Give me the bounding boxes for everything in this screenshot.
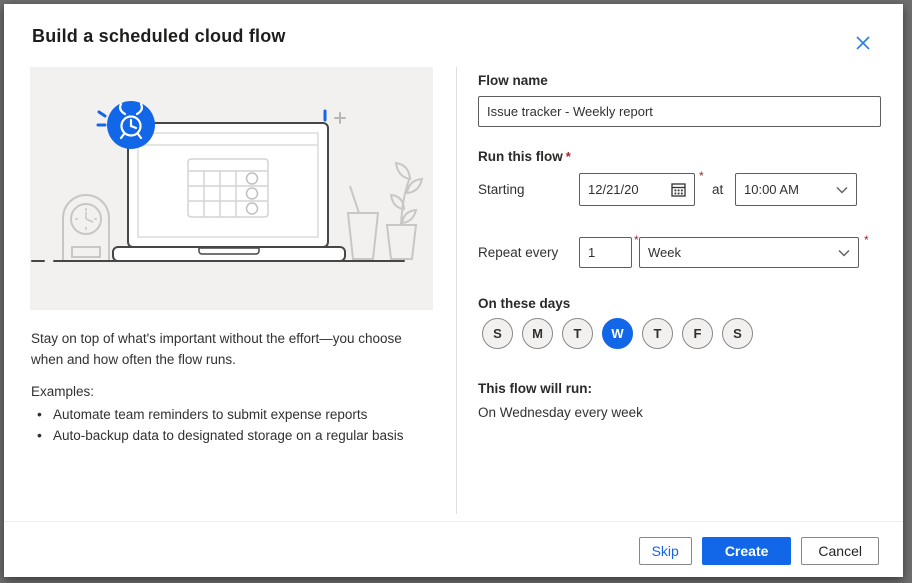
- example-item: Auto-backup data to designated storage o…: [31, 425, 437, 446]
- example-item: Automate team reminders to submit expens…: [31, 404, 437, 425]
- run-summary-label: This flow will run:: [478, 381, 592, 396]
- chevron-down-icon: [838, 249, 850, 257]
- start-date-picker[interactable]: 12/21/20: [579, 173, 695, 206]
- day-button-tuesday[interactable]: T: [562, 318, 593, 349]
- day-picker: S M T W T F S: [482, 318, 753, 349]
- calendar-grid-icon: [188, 159, 268, 217]
- repeat-frequency-value: Week: [648, 245, 832, 260]
- create-button[interactable]: Create: [702, 537, 792, 565]
- skip-button[interactable]: Skip: [639, 537, 692, 565]
- cancel-button[interactable]: Cancel: [801, 537, 879, 565]
- scheduled-flow-illustration: [30, 67, 433, 310]
- day-button-friday[interactable]: F: [682, 318, 713, 349]
- alarm-clock-icon: [107, 101, 155, 149]
- day-button-monday[interactable]: M: [522, 318, 553, 349]
- repeat-frequency-select[interactable]: Week: [639, 237, 859, 268]
- day-button-wednesday[interactable]: W: [602, 318, 633, 349]
- day-button-saturday[interactable]: S: [722, 318, 753, 349]
- examples-list: Automate team reminders to submit expens…: [31, 404, 437, 446]
- chevron-down-icon: [836, 186, 848, 194]
- footer-divider: [4, 521, 903, 522]
- at-label: at: [712, 182, 723, 197]
- required-asterisk: *: [634, 233, 639, 247]
- required-asterisk: *: [864, 233, 869, 247]
- footer-buttons: Skip Create Cancel: [639, 537, 879, 565]
- day-button-sunday[interactable]: S: [482, 318, 513, 349]
- repeat-interval-input[interactable]: [579, 237, 632, 268]
- scheduled-flow-dialog: Build a scheduled cloud flow: [4, 4, 903, 577]
- dialog-title: Build a scheduled cloud flow: [32, 26, 286, 47]
- close-icon: [856, 36, 870, 50]
- flow-description: Stay on top of what's important without …: [31, 328, 437, 370]
- run-this-flow-label: Run this flow*: [478, 149, 571, 164]
- start-time-value: 10:00 AM: [744, 182, 830, 197]
- drink-cup-icon: [348, 186, 378, 259]
- examples-block: Examples: Automate team reminders to sub…: [31, 381, 437, 446]
- required-asterisk: *: [699, 169, 704, 183]
- run-summary-text: On Wednesday every week: [478, 405, 643, 420]
- start-time-select[interactable]: 10:00 AM: [735, 173, 857, 206]
- calendar-icon: [671, 182, 686, 197]
- close-button[interactable]: [849, 29, 877, 57]
- on-these-days-label: On these days: [478, 296, 570, 311]
- panel-divider: [456, 67, 457, 514]
- flow-name-label: Flow name: [478, 73, 548, 88]
- flow-name-input[interactable]: [478, 96, 881, 127]
- start-date-value: 12/21/20: [588, 182, 665, 197]
- repeat-every-label: Repeat every: [478, 245, 558, 260]
- starting-label: Starting: [478, 182, 525, 197]
- day-button-thursday[interactable]: T: [642, 318, 673, 349]
- mantel-clock-icon: [63, 195, 109, 260]
- required-asterisk: *: [566, 149, 571, 164]
- potted-plant-icon: [387, 163, 422, 259]
- examples-heading: Examples:: [31, 381, 437, 402]
